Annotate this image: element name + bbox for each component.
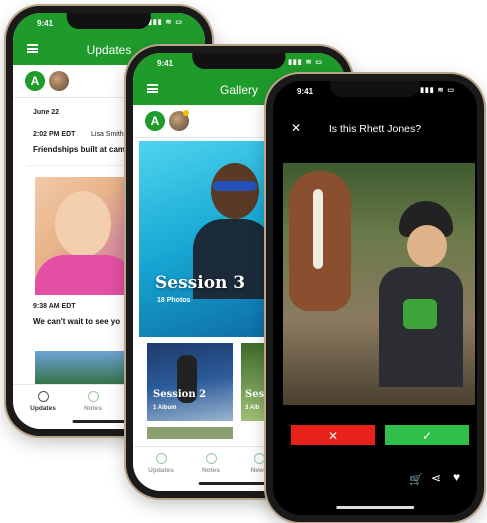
tab-updates[interactable]: Updates xyxy=(23,391,63,412)
face-confirm-screen: 9:41 ▮▮▮ ≋ ▭ ✕ Is this Rhett Jones? ✕ ✓ 🛒… xyxy=(273,81,477,515)
boy-face xyxy=(407,225,447,267)
notch xyxy=(66,13,152,29)
envelope-icon xyxy=(205,453,217,464)
cart-add-icon[interactable]: 🛒 xyxy=(409,473,423,486)
chat-icon xyxy=(155,453,167,464)
notification-dot xyxy=(183,110,189,116)
goggles xyxy=(213,181,257,191)
home-indicator xyxy=(336,506,414,509)
session-title: Session 3 xyxy=(155,273,246,293)
post-text: Friendships built at cam xyxy=(33,145,126,154)
heart-icon[interactable]: ♥ xyxy=(453,470,460,484)
status-time: 9:41 xyxy=(157,59,174,68)
status-indicators: ▮▮▮ ≋ ▭ xyxy=(420,87,455,94)
girl-face xyxy=(55,191,111,257)
share-icon[interactable]: ⋖ xyxy=(431,471,441,485)
status-indicators: ▮▮▮ ≋ ▭ xyxy=(148,19,183,26)
tab-label: Notes xyxy=(83,405,103,412)
tab-notes[interactable]: Notes xyxy=(191,453,231,474)
post-author: Lisa Smith xyxy=(91,131,124,138)
tab-label: News xyxy=(250,467,268,474)
horse-blaze xyxy=(313,189,323,269)
status-indicators: ▮▮▮ ≋ ▭ xyxy=(288,59,323,66)
post-time: 9:38 AM EDT xyxy=(33,303,76,310)
session-count: 1 Album xyxy=(153,405,177,411)
tab-updates[interactable]: Updates xyxy=(141,453,181,474)
tagged-photo[interactable] xyxy=(283,163,475,405)
reject-button[interactable]: ✕ xyxy=(291,425,375,445)
notch xyxy=(192,53,286,69)
tab-label: Updates xyxy=(30,405,56,412)
newspaper-icon xyxy=(253,453,265,464)
album-thumb-row xyxy=(147,427,233,439)
status-time: 9:41 xyxy=(297,87,314,96)
post-text: We can't wait to see yo xyxy=(33,317,121,326)
post-time: 2:02 PM EDT xyxy=(33,131,76,138)
shirt-graphic xyxy=(403,299,437,329)
envelope-icon xyxy=(87,391,99,402)
tab-notes[interactable]: Notes xyxy=(73,391,113,412)
avatar[interactable] xyxy=(49,71,69,91)
girl-shirt xyxy=(35,255,135,295)
date-label: June 22 xyxy=(33,109,60,116)
boy-head xyxy=(211,163,259,219)
session-count: 18 Photos xyxy=(157,297,191,304)
avatar-letter[interactable]: A xyxy=(145,111,165,131)
tab-label: Updates xyxy=(148,467,174,474)
notch xyxy=(330,81,420,97)
chat-icon xyxy=(37,391,49,402)
face-question: Is this Rhett Jones? xyxy=(328,123,422,135)
session-count: 3 Alb xyxy=(245,405,260,411)
session-2-album[interactable]: Session 2 1 Album xyxy=(147,343,233,421)
phone-face-confirm: 9:41 ▮▮▮ ≋ ▭ ✕ Is this Rhett Jones? ✕ ✓ 🛒… xyxy=(266,74,484,522)
avatar-letter[interactable]: A xyxy=(25,71,45,91)
session-title: Session 2 xyxy=(153,389,207,400)
tab-label: Notes xyxy=(201,467,221,474)
status-time: 9:41 xyxy=(37,19,54,28)
confirm-button[interactable]: ✓ xyxy=(385,425,469,445)
